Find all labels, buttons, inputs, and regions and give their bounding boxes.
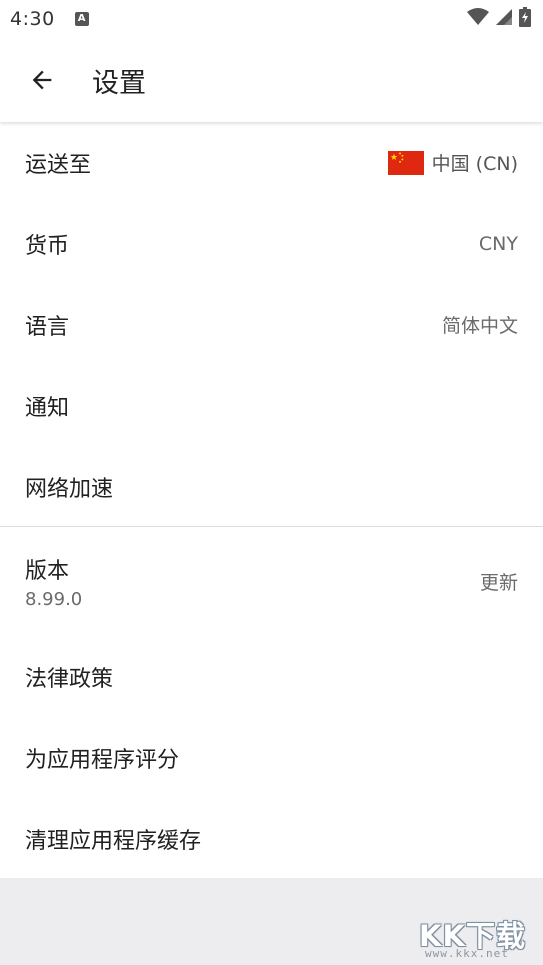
china-flag-icon <box>387 150 424 175</box>
settings-list: 运送至 中国 (CN) 货币 CNY 语言 简体中文 通知 网络加速 版本 8.… <box>0 122 543 878</box>
version-text: 版本 8.99.0 <box>25 553 82 610</box>
setting-legal-policy[interactable]: 法律政策 <box>0 636 543 717</box>
cell-signal-icon <box>495 8 513 30</box>
setting-ship-to[interactable]: 运送至 中国 (CN) <box>0 122 543 203</box>
status-indicators <box>467 7 531 31</box>
arrow-left-icon <box>32 70 52 90</box>
setting-label: 运送至 <box>25 152 92 178</box>
setting-value: 中国 (CN) <box>387 149 518 176</box>
watermark: KK下载 www.kkx.net <box>419 909 537 965</box>
page-title: 设置 <box>92 67 146 99</box>
setting-notifications[interactable]: 通知 <box>0 365 543 446</box>
setting-version[interactable]: 版本 8.99.0 更新 <box>0 527 543 636</box>
currency-value: CNY <box>478 232 518 255</box>
status-time: 4:30 <box>10 8 55 30</box>
battery-charging-icon <box>519 7 531 31</box>
setting-currency[interactable]: 货币 CNY <box>0 203 543 284</box>
setting-label: 通知 <box>25 395 70 421</box>
app-bar: 设置 <box>0 38 543 122</box>
setting-label: 清理应用程序缓存 <box>25 828 202 854</box>
status-bar: 4:30 A <box>0 0 543 38</box>
wifi-icon <box>467 8 489 30</box>
setting-label: 语言 <box>25 314 70 340</box>
setting-label: 网络加速 <box>25 476 114 502</box>
setting-rate-app[interactable]: 为应用程序评分 <box>0 717 543 798</box>
language-value: 简体中文 <box>441 315 518 337</box>
version-number: 8.99.0 <box>25 589 83 610</box>
settings-screen: 4:30 A 设置 运送至 中国 (CN) 货币 CNY 语言 简体中文 通知 … <box>0 0 543 965</box>
ship-to-value: 中国 (CN) <box>431 153 518 175</box>
setting-label: 为应用程序评分 <box>25 747 180 773</box>
setting-language[interactable]: 语言 简体中文 <box>0 284 543 365</box>
notification-a-icon: A <box>74 12 89 26</box>
setting-label: 版本 <box>25 559 70 584</box>
back-button[interactable] <box>17 55 67 105</box>
setting-label: 法律政策 <box>25 666 114 692</box>
watermark-url: www.kkx.net <box>425 947 509 960</box>
update-link[interactable]: 更新 <box>480 568 518 595</box>
setting-label: 货币 <box>25 233 70 259</box>
setting-clear-cache[interactable]: 清理应用程序缓存 <box>0 798 543 879</box>
setting-network-acceleration[interactable]: 网络加速 <box>0 446 543 527</box>
